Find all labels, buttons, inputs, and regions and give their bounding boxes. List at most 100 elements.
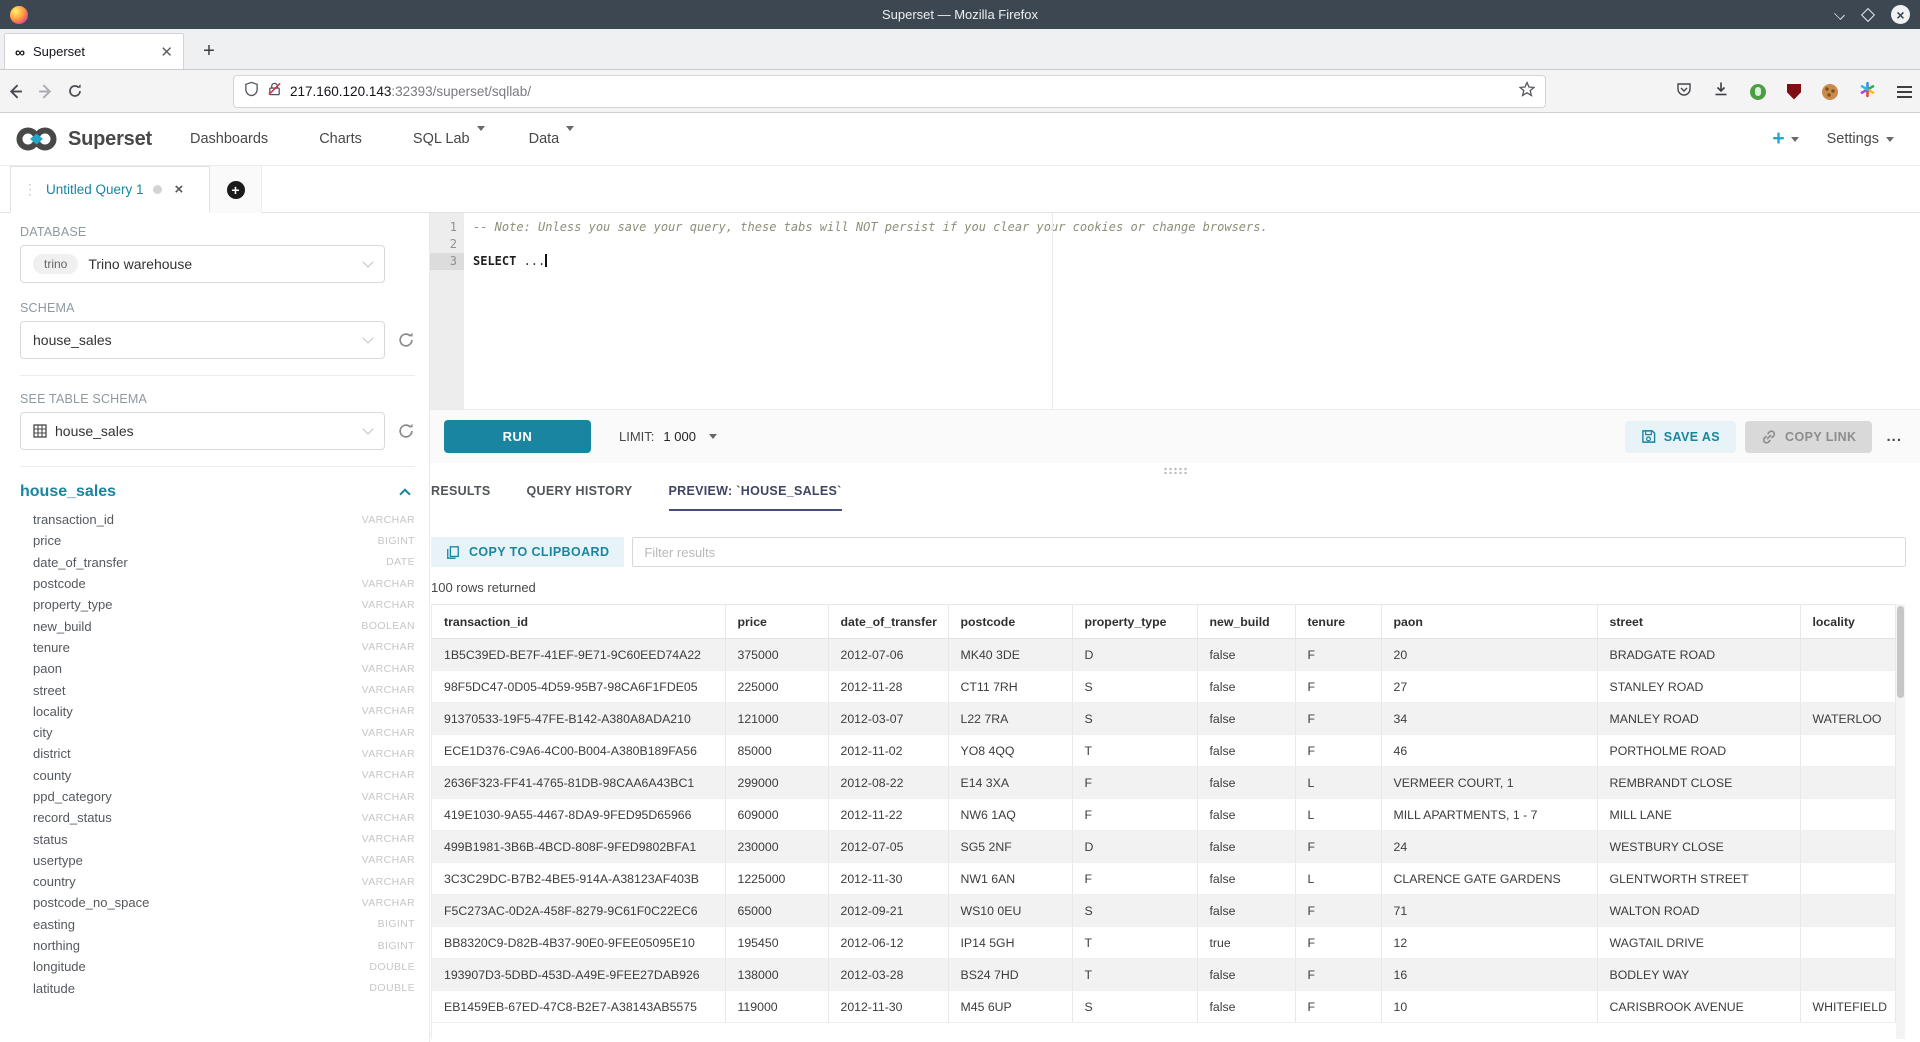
save-as-button[interactable]: SAVE AS [1625,421,1736,453]
menu-item[interactable]: Data [529,131,575,147]
column-header[interactable]: street [1597,605,1800,639]
schema-column-row[interactable]: street VARCHAR [20,679,415,700]
column-header[interactable]: transaction_id [432,605,725,639]
filter-results-input[interactable] [632,537,1906,567]
schema-column-row[interactable]: county VARCHAR [20,765,415,786]
menu-item[interactable]: SQL Lab [413,131,485,147]
pane-splitter[interactable] [430,463,1920,478]
menu-hamburger-icon[interactable] [1897,86,1912,98]
run-button[interactable]: RUN [444,420,591,453]
superset-infinity-icon [14,125,60,153]
back-icon[interactable] [0,83,30,100]
bookmark-star-icon[interactable] [1519,81,1535,102]
reload-icon[interactable] [60,83,90,99]
new-query-tab-button[interactable]: + [210,166,262,213]
window-minimize-icon[interactable] [1834,9,1845,20]
column-header[interactable]: property_type [1072,605,1197,639]
table-cell: D [1072,639,1197,671]
table-cell: 2012-08-22 [828,767,948,799]
table-cell: 2012-11-30 [828,991,948,1023]
schema-column-row[interactable]: ppd_category VARCHAR [20,786,415,807]
column-header[interactable]: price [725,605,828,639]
schema-column-row[interactable]: transaction_id VARCHAR [20,509,415,530]
schema-column-row[interactable]: tenure VARCHAR [20,637,415,658]
column-header[interactable]: date_of_transfer [828,605,948,639]
insecure-lock-icon[interactable] [267,81,282,102]
cookie-extension-icon[interactable] [1822,84,1838,100]
editor-code[interactable]: -- Note: Unless you save your query, the… [464,213,1906,409]
results-vertical-scrollbar[interactable] [1896,604,1905,1039]
forward-icon[interactable] [30,83,60,100]
main-menu: Dashboards Charts SQL Lab Data [190,131,574,147]
new-tab-button[interactable]: + [196,38,222,64]
schema-column-row[interactable]: usertype VARCHAR [20,850,415,871]
extension-asterisk-icon[interactable] [1859,81,1876,103]
browser-tab[interactable]: ∞ Superset ✕ [4,33,184,69]
pocket-icon[interactable] [1676,81,1692,102]
table-cell: F [1295,927,1381,959]
schema-select[interactable]: house_sales [20,321,385,359]
column-header[interactable]: new_build [1197,605,1295,639]
more-options-button[interactable]: ... [1886,428,1902,445]
refresh-table-icon[interactable] [397,422,415,440]
results-tab[interactable]: PREVIEW: `HOUSE_SALES` [669,484,842,511]
schema-column-row[interactable]: price BIGINT [20,530,415,551]
schema-column-row[interactable]: record_status VARCHAR [20,807,415,828]
table-row: 3C3C29DC-B7B2-4BE5-914A-A38123AF403B1225… [432,863,1895,895]
schema-column-row[interactable]: country VARCHAR [20,871,415,892]
superset-logo[interactable]: Superset [14,125,152,153]
add-new-button[interactable]: + [1772,127,1798,151]
schema-column-row[interactable]: date_of_transfer DATE [20,552,415,573]
menu-item[interactable]: Charts [319,131,369,147]
privacy-badger-icon[interactable] [1750,84,1766,100]
schema-column-row[interactable]: paon VARCHAR [20,658,415,679]
copy-to-clipboard-button[interactable]: COPY TO CLIPBOARD [431,537,624,567]
table-cell: 2636F323-FF41-4765-81DB-98CAA6A43BC1 [432,767,725,799]
window-close-icon[interactable]: × [1891,5,1910,24]
sql-editor[interactable]: 123 -- Note: Unless you save your query,… [430,213,1906,409]
results-tab[interactable]: RESULTS [431,484,491,509]
table-cell: false [1197,991,1295,1023]
settings-menu[interactable]: Settings [1827,131,1894,147]
schema-column-row[interactable]: postcode VARCHAR [20,573,415,594]
schema-column-row[interactable]: city VARCHAR [20,722,415,743]
url-bar[interactable]: 217.160.120.143:32393/superset/sqllab/ [234,76,1545,107]
schema-column-row[interactable]: latitude DOUBLE [20,978,415,999]
column-header[interactable]: paon [1381,605,1597,639]
column-header[interactable]: tenure [1295,605,1381,639]
ublock-origin-icon[interactable] [1787,84,1801,100]
column-header[interactable]: postcode [948,605,1072,639]
schema-column-row[interactable]: property_type VARCHAR [20,594,415,615]
drag-handle-icon[interactable]: ⋮ [23,181,37,198]
table-select[interactable]: house_sales [20,412,385,450]
results-tab[interactable]: QUERY HISTORY [527,484,633,509]
schema-column-row[interactable]: new_build BOOLEAN [20,615,415,636]
schema-column-row[interactable]: northing BIGINT [20,935,415,956]
copy-link-button[interactable]: COPY LINK [1745,421,1872,453]
menu-item[interactable]: Dashboards [190,131,275,147]
collapse-chevron-icon[interactable] [399,488,410,499]
chevron-down-icon [362,332,373,343]
schema-column-row[interactable]: postcode_no_space VARCHAR [20,892,415,913]
database-select[interactable]: trino Trino warehouse [20,245,385,283]
schema-column-row[interactable]: longitude DOUBLE [20,956,415,977]
scrollbar-thumb[interactable] [1897,606,1904,698]
query-tab-close-icon[interactable]: × [175,181,184,198]
tracking-shield-icon[interactable] [244,81,259,102]
refresh-schema-icon[interactable] [397,331,415,349]
divider [20,375,415,376]
unsaved-state-dot [153,185,162,194]
schema-column-row[interactable]: status VARCHAR [20,828,415,849]
query-tab-active[interactable]: ⋮ Untitled Query 1 × [10,166,210,213]
table-cell: 195450 [725,927,828,959]
column-header[interactable]: locality [1800,605,1895,639]
chevron-down-icon [362,423,373,434]
schema-column-row[interactable]: district VARCHAR [20,743,415,764]
schema-column-row[interactable]: easting BIGINT [20,914,415,935]
superset-favicon: ∞ [15,44,25,60]
window-maximize-icon[interactable] [1861,7,1875,21]
schema-column-row[interactable]: locality VARCHAR [20,701,415,722]
tab-close-icon[interactable]: ✕ [160,43,173,61]
downloads-icon[interactable] [1713,81,1729,102]
limit-control[interactable]: LIMIT: 1 000 [619,429,717,444]
